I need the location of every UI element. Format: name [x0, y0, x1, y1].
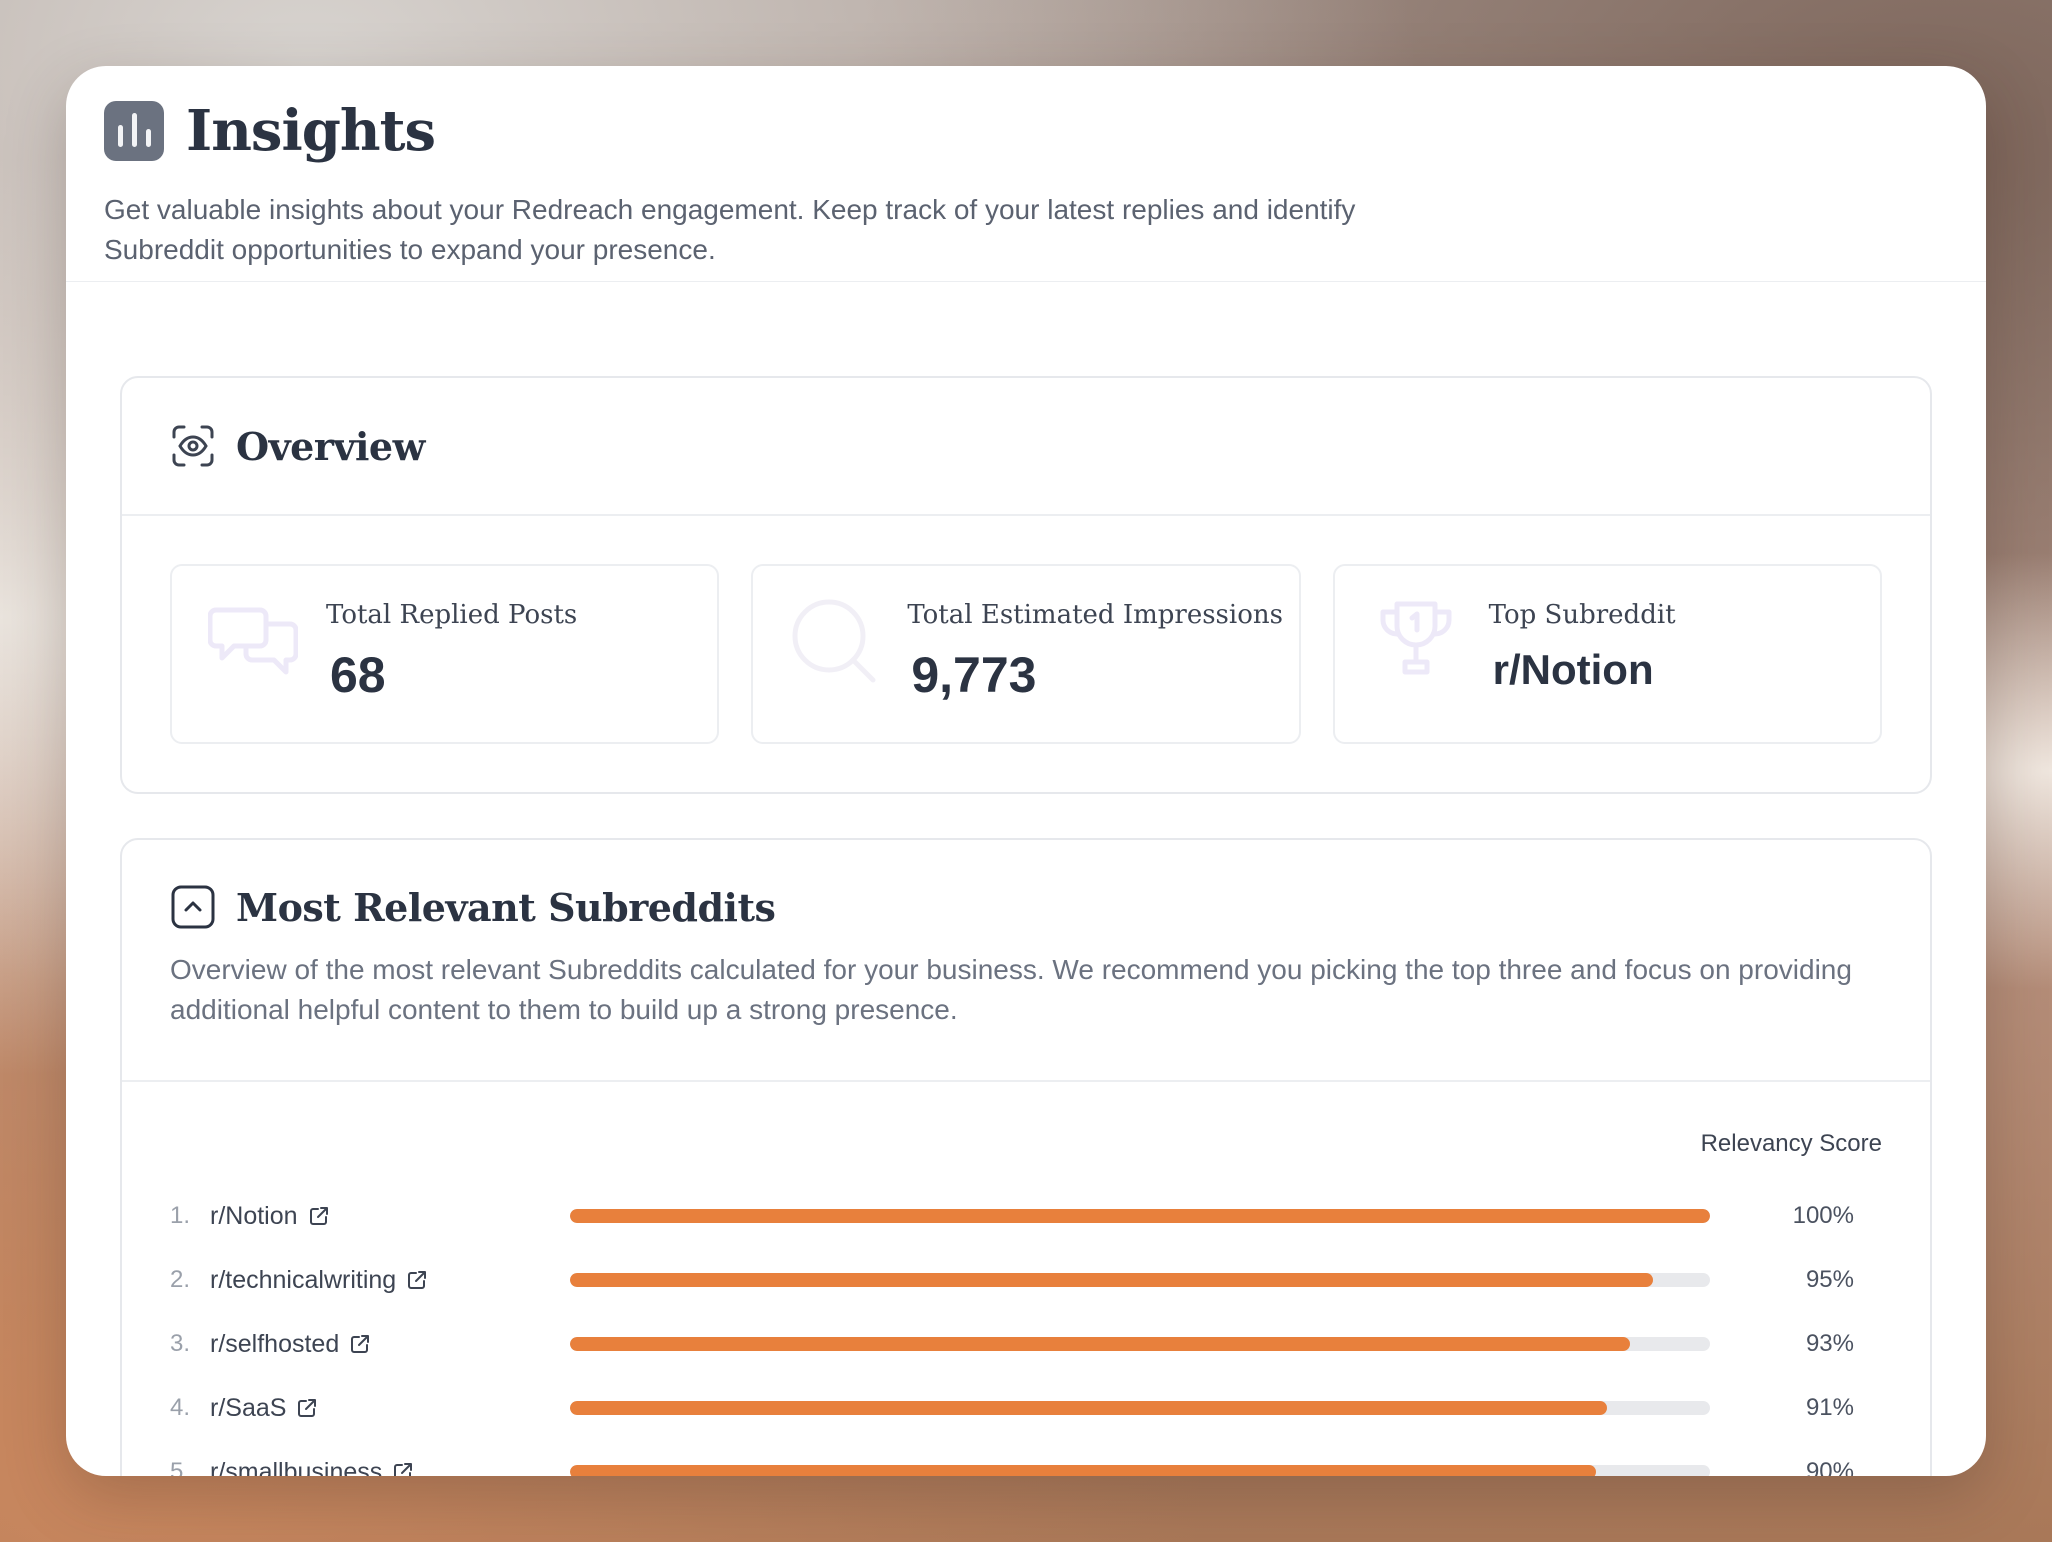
stat-label: Top Subreddit [1488, 600, 1676, 630]
subreddit-list: 1. r/Notion 100% 2. r/technicalwriting 95% 3. r… [122, 1184, 1930, 1476]
page-header: Insights Get valuable insights about you… [66, 66, 1986, 282]
relevancy-bar-track [570, 1401, 1710, 1415]
stat-label: Total Estimated Impressions [907, 600, 1283, 630]
external-link-icon[interactable] [308, 1205, 330, 1227]
relevant-title: Most Relevant Subreddits [236, 884, 776, 930]
relevancy-score: 90% [1805, 1458, 1854, 1476]
chat-bubbles-icon [207, 596, 299, 686]
relevancy-score: 93% [1805, 1330, 1854, 1357]
overview-title: Overview [236, 423, 425, 469]
relevant-header[interactable]: Most Relevant Subreddits [122, 840, 1930, 930]
search-icon [789, 596, 879, 686]
list-item: 5. r/smallbusiness 90% [170, 1440, 1882, 1476]
stat-value: 68 [330, 647, 386, 703]
stats-row: Total Replied Posts 68 Total Estimated I… [122, 516, 1930, 744]
subreddit-name[interactable]: r/smallbusiness [210, 1458, 382, 1477]
external-link-icon[interactable] [406, 1269, 428, 1291]
relevancy-bar-track [570, 1465, 1710, 1476]
external-link-icon[interactable] [296, 1397, 318, 1419]
stat-value: 9,773 [911, 647, 1037, 703]
subreddit-link[interactable]: r/Notion [210, 1202, 570, 1231]
relevancy-score: 91% [1805, 1394, 1854, 1421]
relevancy-score: 100% [1792, 1202, 1854, 1229]
rank-number: 3. [170, 1330, 191, 1357]
overview-section: Overview Total Replied Posts 68 Total Es… [120, 376, 1932, 794]
relevancy-score-header: Relevancy Score [1700, 1130, 1882, 1157]
external-link-icon[interactable] [392, 1461, 414, 1476]
subreddit-link[interactable]: r/selfhosted [210, 1330, 570, 1359]
stat-card-replied-posts: Total Replied Posts 68 [170, 564, 720, 744]
relevant-description: Overview of the most relevant Subreddits… [170, 954, 1852, 1025]
insights-panel: Insights Get valuable insights about you… [66, 66, 1986, 1476]
subreddit-link[interactable]: r/smallbusiness [210, 1458, 570, 1477]
list-item: 3. r/selfhosted 93% [170, 1312, 1882, 1376]
page-description: Get valuable insights about your Redreac… [104, 194, 1356, 265]
eye-icon [170, 423, 216, 469]
rank-number: 4. [170, 1394, 191, 1421]
subreddit-name[interactable]: r/technicalwriting [210, 1266, 396, 1295]
relevancy-bar-fill [570, 1401, 1608, 1415]
stat-card-impressions: Total Estimated Impressions 9,773 [751, 564, 1301, 744]
relevancy-bar-track [570, 1209, 1710, 1223]
relevancy-bar-track [570, 1337, 1710, 1351]
subreddit-link[interactable]: r/SaaS [210, 1394, 570, 1423]
bar-chart-icon [104, 101, 164, 161]
relevancy-score: 95% [1805, 1266, 1854, 1293]
rank-number: 1. [170, 1202, 191, 1229]
trophy-icon [1371, 596, 1461, 686]
subreddit-name[interactable]: r/Notion [210, 1202, 298, 1231]
subreddit-name[interactable]: r/SaaS [210, 1394, 286, 1423]
relevancy-bar-fill [570, 1273, 1653, 1287]
relevancy-bar-fill [570, 1209, 1710, 1223]
overview-header: Overview [122, 378, 1930, 516]
stat-label: Total Replied Posts [326, 600, 578, 630]
list-item: 1. r/Notion 100% [170, 1184, 1882, 1248]
rank-number: 5. [170, 1458, 191, 1476]
page-title: Insights [186, 98, 436, 164]
subreddit-name[interactable]: r/selfhosted [210, 1330, 339, 1359]
relevancy-bar-fill [570, 1337, 1631, 1351]
subreddit-link[interactable]: r/technicalwriting [210, 1266, 570, 1295]
stat-card-top-subreddit: Top Subreddit r/Notion [1332, 564, 1882, 744]
relevancy-bar-track [570, 1273, 1710, 1287]
relevant-subreddits-section: Most Relevant Subreddits Overview of the… [120, 838, 1932, 1476]
chevron-up-icon[interactable] [170, 884, 216, 930]
relevancy-bar-fill [570, 1465, 1596, 1476]
external-link-icon[interactable] [349, 1333, 371, 1355]
list-item: 2. r/technicalwriting 95% [170, 1248, 1882, 1312]
rank-number: 2. [170, 1266, 191, 1293]
stat-value: r/Notion [1492, 646, 1654, 693]
list-item: 4. r/SaaS 91% [170, 1376, 1882, 1440]
title-row: Insights [104, 98, 1948, 164]
